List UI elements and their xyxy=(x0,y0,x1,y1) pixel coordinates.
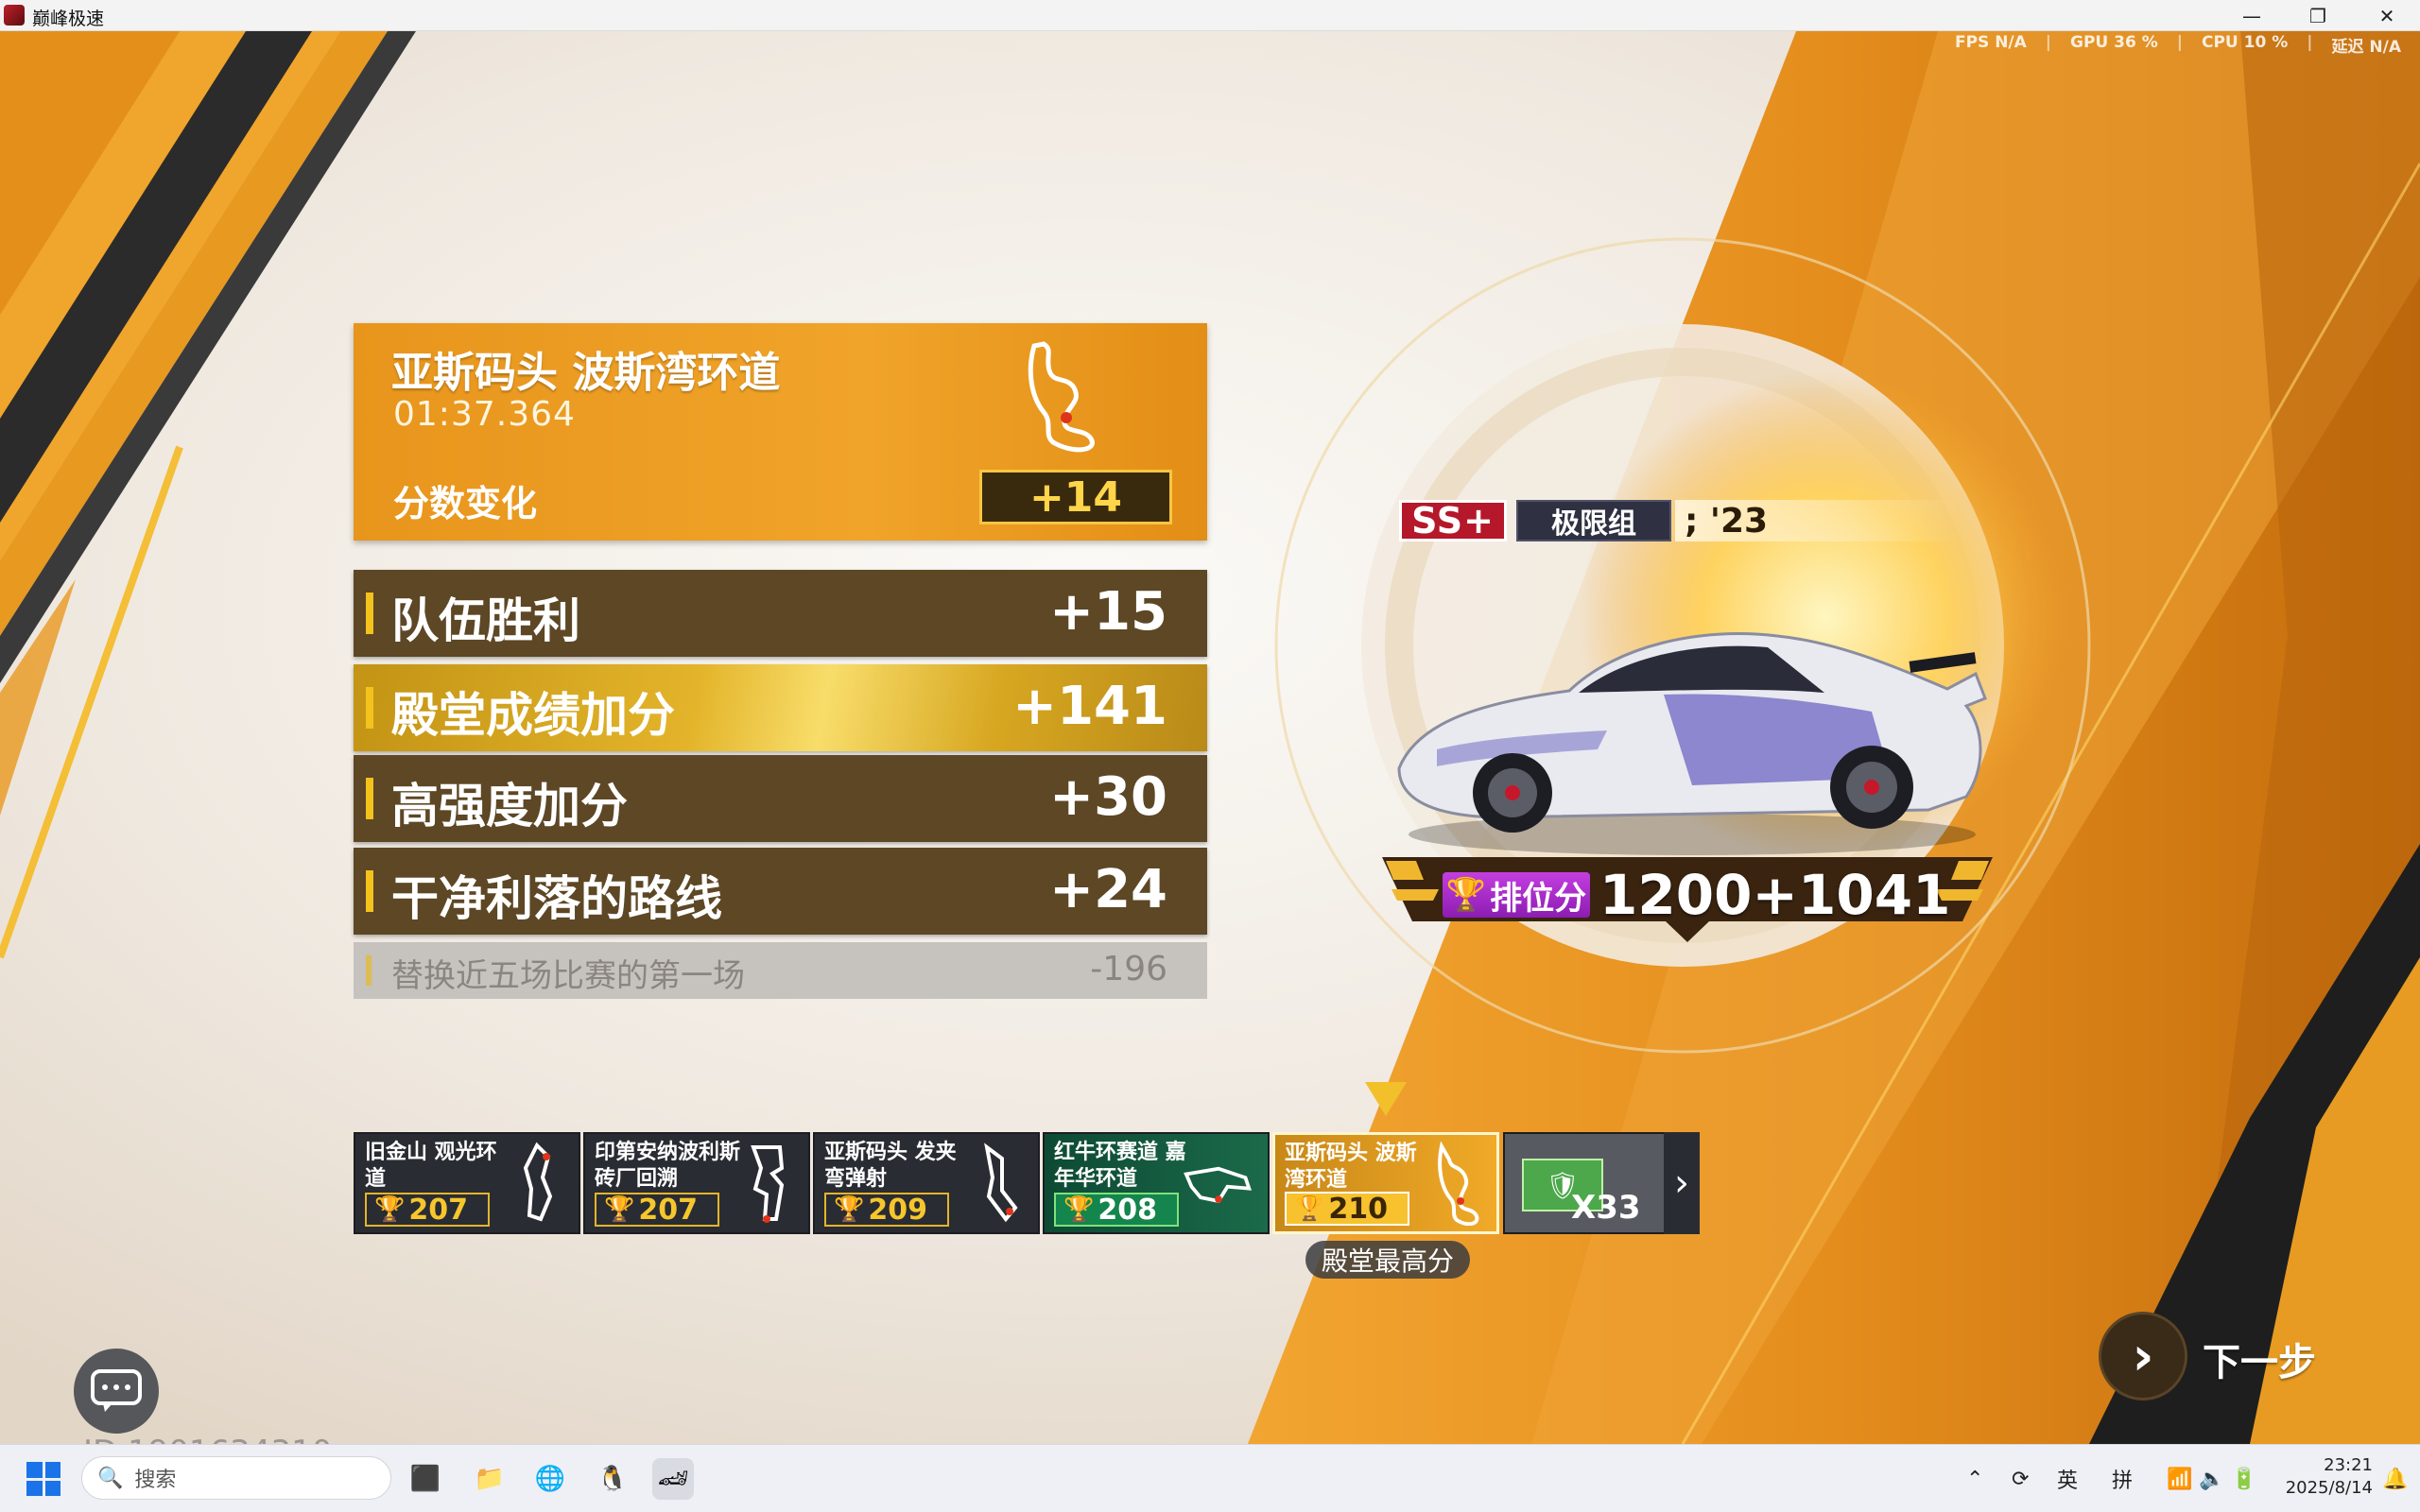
score-row-value: +24 xyxy=(1049,859,1167,920)
track-map-icon xyxy=(523,1142,553,1222)
file-explorer-icon[interactable]: 📁 xyxy=(469,1458,510,1500)
chat-bubble-icon xyxy=(91,1369,142,1412)
car-group-badge: 极限组 xyxy=(1516,500,1671,541)
track-name: 亚斯码头 波斯湾环道 xyxy=(391,349,781,397)
hall-best-tooltip: 殿堂最高分 xyxy=(1305,1241,1470,1279)
trophy-icon: 🏆 xyxy=(834,1195,865,1224)
car-image xyxy=(1397,632,1987,855)
window-titlebar: 巅峰极速 — ❐ ✕ xyxy=(0,0,2420,31)
track-card-redbull[interactable]: 红牛环赛道 嘉年华环道 🏆 208 xyxy=(1043,1132,1270,1234)
search-icon: 🔍 xyxy=(97,1466,124,1490)
car-name: ; '23 xyxy=(1675,500,1959,541)
race-result-card: 亚斯码头 波斯湾环道 01:37.364 分数变化 +14 xyxy=(354,323,1207,541)
score-change-label: 分数变化 xyxy=(393,483,538,524)
score-row-label: 殿堂成绩加分 xyxy=(391,688,675,743)
track-map-icon xyxy=(984,1143,1018,1223)
track-map-icon xyxy=(1184,1166,1253,1204)
rank-score-value: 1200+1041 xyxy=(1599,863,1951,927)
track-card-yas-persian-gulf[interactable]: 亚斯码头 波斯湾环道 🏆 210 xyxy=(1272,1132,1499,1234)
edge-browser-icon[interactable]: 🌐 xyxy=(529,1458,571,1500)
score-row-intensity-bonus: 高强度加分 +30 xyxy=(354,755,1207,842)
restore-button[interactable]: ❐ xyxy=(2285,0,2351,31)
wifi-icon[interactable]: 📶 xyxy=(2167,1445,2192,1512)
rank-score-tag: 🏆 排位分 xyxy=(1443,872,1590,918)
track-best-score: 🏆 208 xyxy=(1054,1193,1179,1227)
track-best-score: 🏆 209 xyxy=(824,1193,949,1227)
ticket-quantity: X33 xyxy=(1571,1189,1641,1227)
chat-button[interactable] xyxy=(74,1349,159,1434)
score-row-value: -196 xyxy=(1090,950,1167,988)
trophy-icon: 🏆 xyxy=(1445,876,1487,914)
car-class-badge: SS+ xyxy=(1399,500,1507,541)
score-row-label: 队伍胜利 xyxy=(391,593,580,648)
score-row-team-win: 队伍胜利 +15 xyxy=(354,570,1207,657)
next-step-label[interactable]: 下一步 xyxy=(2203,1332,2316,1386)
qq-icon[interactable]: 🐧 xyxy=(592,1458,633,1500)
game-viewport: FPS N/A | GPU 36 % | CPU 10 % | 延迟 N/A 亚斯码头… xyxy=(0,31,2420,1444)
score-row-hall-bonus: 殿堂成绩加分 +141 xyxy=(354,664,1207,751)
start-button[interactable] xyxy=(26,1462,60,1496)
game-taskbar-icon[interactable]: 🏎 xyxy=(652,1458,694,1500)
score-row-replaced-race: 替换近五场比赛的第一场 -196 xyxy=(354,942,1207,999)
score-row-label: 替换近五场比赛的第一场 xyxy=(391,957,745,995)
volume-icon[interactable]: 🔈 xyxy=(2199,1445,2224,1512)
track-map-icon xyxy=(1438,1141,1479,1226)
ime-language[interactable]: 英 xyxy=(2057,1445,2078,1512)
trophy-icon: 🏆 xyxy=(604,1195,635,1224)
trophy-icon: 🏆 xyxy=(1063,1195,1095,1224)
window-title: 巅峰极速 xyxy=(32,9,105,29)
close-button[interactable]: ✕ xyxy=(2354,0,2420,31)
score-row-clean-line: 干净利落的路线 +24 xyxy=(354,848,1207,935)
trophy-icon: 🏆 xyxy=(1294,1194,1325,1223)
task-view-icon[interactable]: ⬛ xyxy=(405,1458,446,1500)
chevron-right-icon: › xyxy=(2132,1325,2154,1387)
score-change-value: +14 xyxy=(979,470,1172,524)
taskbar-clock[interactable]: 23:21 2025/8/14 xyxy=(2269,1454,2373,1500)
lap-time: 01:37.364 xyxy=(393,395,576,434)
trophy-icon: 🏆 xyxy=(374,1195,406,1224)
taskbar-search[interactable]: 🔍 搜索 xyxy=(81,1456,391,1500)
track-card-yas-hairpin[interactable]: 亚斯码头 发夹弯弹射 🏆 209 xyxy=(813,1132,1040,1234)
perf-overlay: FPS N/A | GPU 36 % | CPU 10 % | 延迟 N/A xyxy=(1954,33,2401,57)
notification-icon[interactable]: 🔔 xyxy=(2382,1445,2408,1512)
track-best-score: 🏆 207 xyxy=(365,1193,490,1227)
strip-next-arrow-icon[interactable]: › xyxy=(1664,1132,1700,1234)
track-best-score: 🏆 207 xyxy=(595,1193,719,1227)
track-card-indy[interactable]: 印第安纳波利斯 砖厂回溯 🏆 207 xyxy=(583,1132,810,1234)
selected-track-pointer-icon xyxy=(1365,1082,1407,1116)
minimize-button[interactable]: — xyxy=(2219,0,2285,31)
score-row-value: +141 xyxy=(1012,676,1167,737)
battery-icon[interactable]: 🔋 xyxy=(2231,1445,2256,1512)
ticket-reward-card[interactable]: 🛡 X33 xyxy=(1503,1132,1681,1234)
track-card-sf[interactable]: 旧金山 观光环道 🏆 207 xyxy=(354,1132,580,1234)
ime-mode[interactable]: 拼 xyxy=(2112,1445,2133,1512)
track-map-icon xyxy=(751,1145,785,1223)
track-best-score: 🏆 210 xyxy=(1285,1192,1409,1226)
score-row-value: +30 xyxy=(1049,766,1167,828)
score-row-label: 干净利落的路线 xyxy=(391,871,722,926)
windows-taskbar: 🔍 搜索 ⬛ 📁 🌐 🐧 🏎 ⌃ ⟳ 英 拼 📶 🔈 🔋 23:21 2025/… xyxy=(0,1444,2420,1512)
tray-sync-icon[interactable]: ⟳ xyxy=(2012,1445,2029,1512)
score-row-label: 高强度加分 xyxy=(391,779,628,833)
player-id: ID 1901634310 xyxy=(83,1434,332,1444)
next-step-button[interactable]: › xyxy=(2099,1312,2187,1400)
app-icon xyxy=(4,5,25,26)
tray-overflow-chevron-icon[interactable]: ⌃ xyxy=(1966,1445,1983,1512)
score-row-value: +15 xyxy=(1049,581,1167,643)
track-map-icon xyxy=(1028,341,1095,453)
